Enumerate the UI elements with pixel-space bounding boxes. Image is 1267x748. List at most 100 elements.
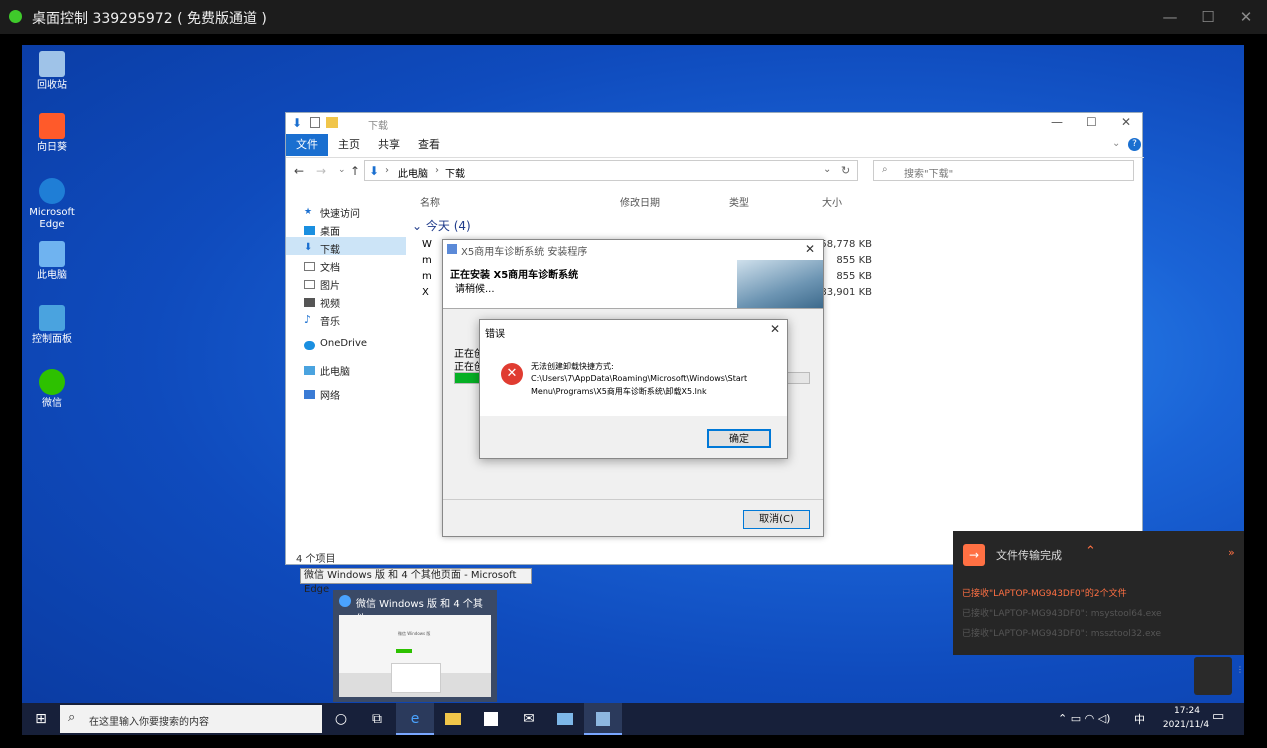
installer-taskbar-icon[interactable]: [584, 703, 622, 735]
notification-file-1[interactable]: 已接收"LAPTOP-MG943DF0": msystool64.exe: [962, 606, 1162, 619]
pictures-icon: [304, 280, 315, 289]
error-dialog-title: 错误: [485, 329, 505, 340]
desktop-icon-label: 向日葵: [37, 142, 67, 153]
edge-taskbar-icon[interactable]: e: [396, 703, 434, 735]
mail-icon[interactable]: ✉: [510, 703, 548, 735]
start-button[interactable]: ⊞: [22, 703, 60, 735]
desktop-icon-label: 回收站: [37, 80, 67, 91]
address-bar[interactable]: ⬇ › 此电脑 › 下载 ⌄ ↻: [364, 160, 858, 181]
installer-heading: 正在安装 X5商用车诊断系统: [450, 270, 579, 281]
explorer-minimize-button[interactable]: —: [1051, 115, 1063, 129]
back-button[interactable]: ←: [294, 164, 304, 178]
nav-desktop[interactable]: 桌面: [320, 223, 340, 238]
clock-time[interactable]: 17:24: [1162, 706, 1212, 716]
desktop-icon-wechat[interactable]: 微信: [22, 369, 82, 410]
tab-file[interactable]: 文件: [286, 134, 328, 156]
ime-indicator[interactable]: 中: [1134, 711, 1145, 727]
tab-view[interactable]: 查看: [412, 134, 446, 156]
search-icon: ⌕: [882, 164, 888, 175]
system-tray-icons[interactable]: ⌃ ▭ ◠ ◁): [1058, 712, 1110, 725]
nav-pictures[interactable]: 图片: [320, 277, 340, 292]
desktop-icon-control-panel[interactable]: 控制面板: [22, 305, 82, 346]
help-icon[interactable]: ?: [1128, 138, 1141, 151]
desktop-icon-recycle-bin[interactable]: 回收站: [22, 51, 82, 92]
refresh-icon[interactable]: ↻: [841, 164, 850, 177]
file-name[interactable]: X: [422, 287, 429, 298]
file-name[interactable]: m: [422, 271, 432, 282]
store-icon[interactable]: [472, 703, 510, 735]
close-button[interactable]: ✕: [1236, 8, 1256, 26]
desktop-icon-sunlogin[interactable]: 向日葵: [22, 113, 82, 154]
installer-app-icon: [447, 244, 457, 254]
file-explorer-taskbar-icon[interactable]: [434, 703, 472, 735]
group-header[interactable]: ⌄ 今天 (4): [412, 217, 471, 234]
nav-music[interactable]: 音乐: [320, 313, 340, 328]
recent-locations-button[interactable]: ⌄: [338, 165, 346, 175]
error-close-button[interactable]: ✕: [770, 322, 780, 336]
edge-icon: [39, 178, 65, 204]
error-dialog: 错误 ✕ ✕ 无法创建卸载快捷方式: C:\Users\7\AppData\Ro…: [479, 319, 788, 459]
properties-icon[interactable]: [310, 117, 320, 128]
cancel-button[interactable]: 取消(C): [743, 510, 810, 529]
tab-share[interactable]: 共享: [372, 134, 406, 156]
folder-icon[interactable]: [326, 117, 338, 128]
nav-this-pc[interactable]: 此电脑: [320, 363, 350, 378]
notification-title: 文件传输完成: [996, 549, 1062, 562]
remote-desktop[interactable]: 回收站 向日葵 Microsoft Edge 此电脑 控制面板 微信 ⬇ 下载 …: [22, 45, 1244, 735]
nav-downloads[interactable]: 下载: [320, 241, 340, 256]
nav-videos[interactable]: 视频: [320, 295, 340, 310]
desktop-icon-label: 微信: [42, 398, 62, 409]
breadcrumb-downloads[interactable]: 下载: [445, 165, 465, 180]
edge-taskbar-thumbnail[interactable]: 微信 Windows 版 和 4 个其他... 微信 Windows 版: [333, 590, 497, 702]
desktop-icon-this-pc[interactable]: 此电脑: [22, 241, 82, 282]
collapse-chevron-icon[interactable]: ⌃: [1085, 544, 1096, 559]
task-view-icon[interactable]: ⧉: [358, 703, 396, 735]
ribbon-expand-icon[interactable]: ⌄: [1112, 138, 1120, 149]
search-icon: ⌕: [68, 710, 76, 725]
forward-button[interactable]: →: [316, 164, 326, 178]
breadcrumb-this-pc[interactable]: 此电脑: [398, 165, 428, 180]
column-type[interactable]: 类型: [729, 194, 749, 209]
connection-status-icon: [9, 10, 22, 23]
more-options-icon[interactable]: ⋮: [1236, 665, 1244, 693]
maximize-button[interactable]: ☐: [1198, 8, 1218, 26]
action-center-icon[interactable]: ▭: [1212, 709, 1224, 724]
control-panel-taskbar-icon[interactable]: [546, 703, 584, 735]
file-transfer-notification: → 文件传输完成 ⌃ » 已接收"LAPTOP-MG943DF0"的2个文件 已…: [953, 531, 1244, 655]
notification-main[interactable]: 已接收"LAPTOP-MG943DF0"的2个文件: [962, 586, 1127, 599]
column-size[interactable]: 大小: [822, 194, 842, 209]
installer-close-button[interactable]: ✕: [805, 242, 815, 256]
address-dropdown-icon[interactable]: ⌄: [823, 164, 831, 175]
file-name[interactable]: m: [422, 255, 432, 266]
wechat-icon: [39, 369, 65, 395]
search-placeholder: 搜索"下载": [904, 169, 954, 180]
sunlogin-float-icon[interactable]: [1194, 657, 1232, 695]
error-path-line-1: C:\Users\7\AppData\Roaming\Microsoft\Win…: [531, 374, 748, 383]
nav-documents[interactable]: 文档: [320, 259, 340, 274]
nav-network[interactable]: 网络: [320, 387, 340, 402]
desktop-icon-label: Microsoft Edge: [29, 207, 75, 230]
tab-home[interactable]: 主页: [332, 134, 366, 156]
videos-icon: [304, 298, 315, 307]
explorer-maximize-button[interactable]: ☐: [1086, 115, 1097, 129]
nav-onedrive[interactable]: OneDrive: [320, 338, 367, 349]
download-icon: ⬇: [369, 164, 380, 178]
expand-chevron-icon[interactable]: »: [1228, 546, 1235, 559]
column-name[interactable]: 名称: [420, 194, 440, 209]
minimize-button[interactable]: —: [1160, 8, 1180, 26]
sunlogin-icon: [39, 113, 65, 139]
remote-titlebar: 桌面控制 339295972 ( 免费版通道 ) — ☐ ✕: [0, 0, 1267, 34]
taskbar-search-box[interactable]: ⌕ 在这里输入你要搜索的内容: [60, 705, 322, 733]
nav-quick-access[interactable]: 快速访问: [320, 205, 360, 220]
ok-button[interactable]: 确定: [707, 429, 771, 448]
up-button[interactable]: ↑: [350, 164, 360, 178]
error-icon: ✕: [501, 363, 523, 385]
explorer-close-button[interactable]: ✕: [1121, 115, 1131, 129]
notification-file-2[interactable]: 已接收"LAPTOP-MG943DF0": mssztool32.exe: [962, 626, 1161, 639]
column-date[interactable]: 修改日期: [620, 194, 660, 209]
cortana-icon[interactable]: ○: [322, 703, 360, 735]
file-name[interactable]: W: [422, 239, 432, 250]
search-box[interactable]: ⌕ 搜索"下载": [873, 160, 1134, 181]
desktop-icon-edge[interactable]: Microsoft Edge: [22, 178, 82, 231]
edge-icon: [339, 595, 351, 607]
